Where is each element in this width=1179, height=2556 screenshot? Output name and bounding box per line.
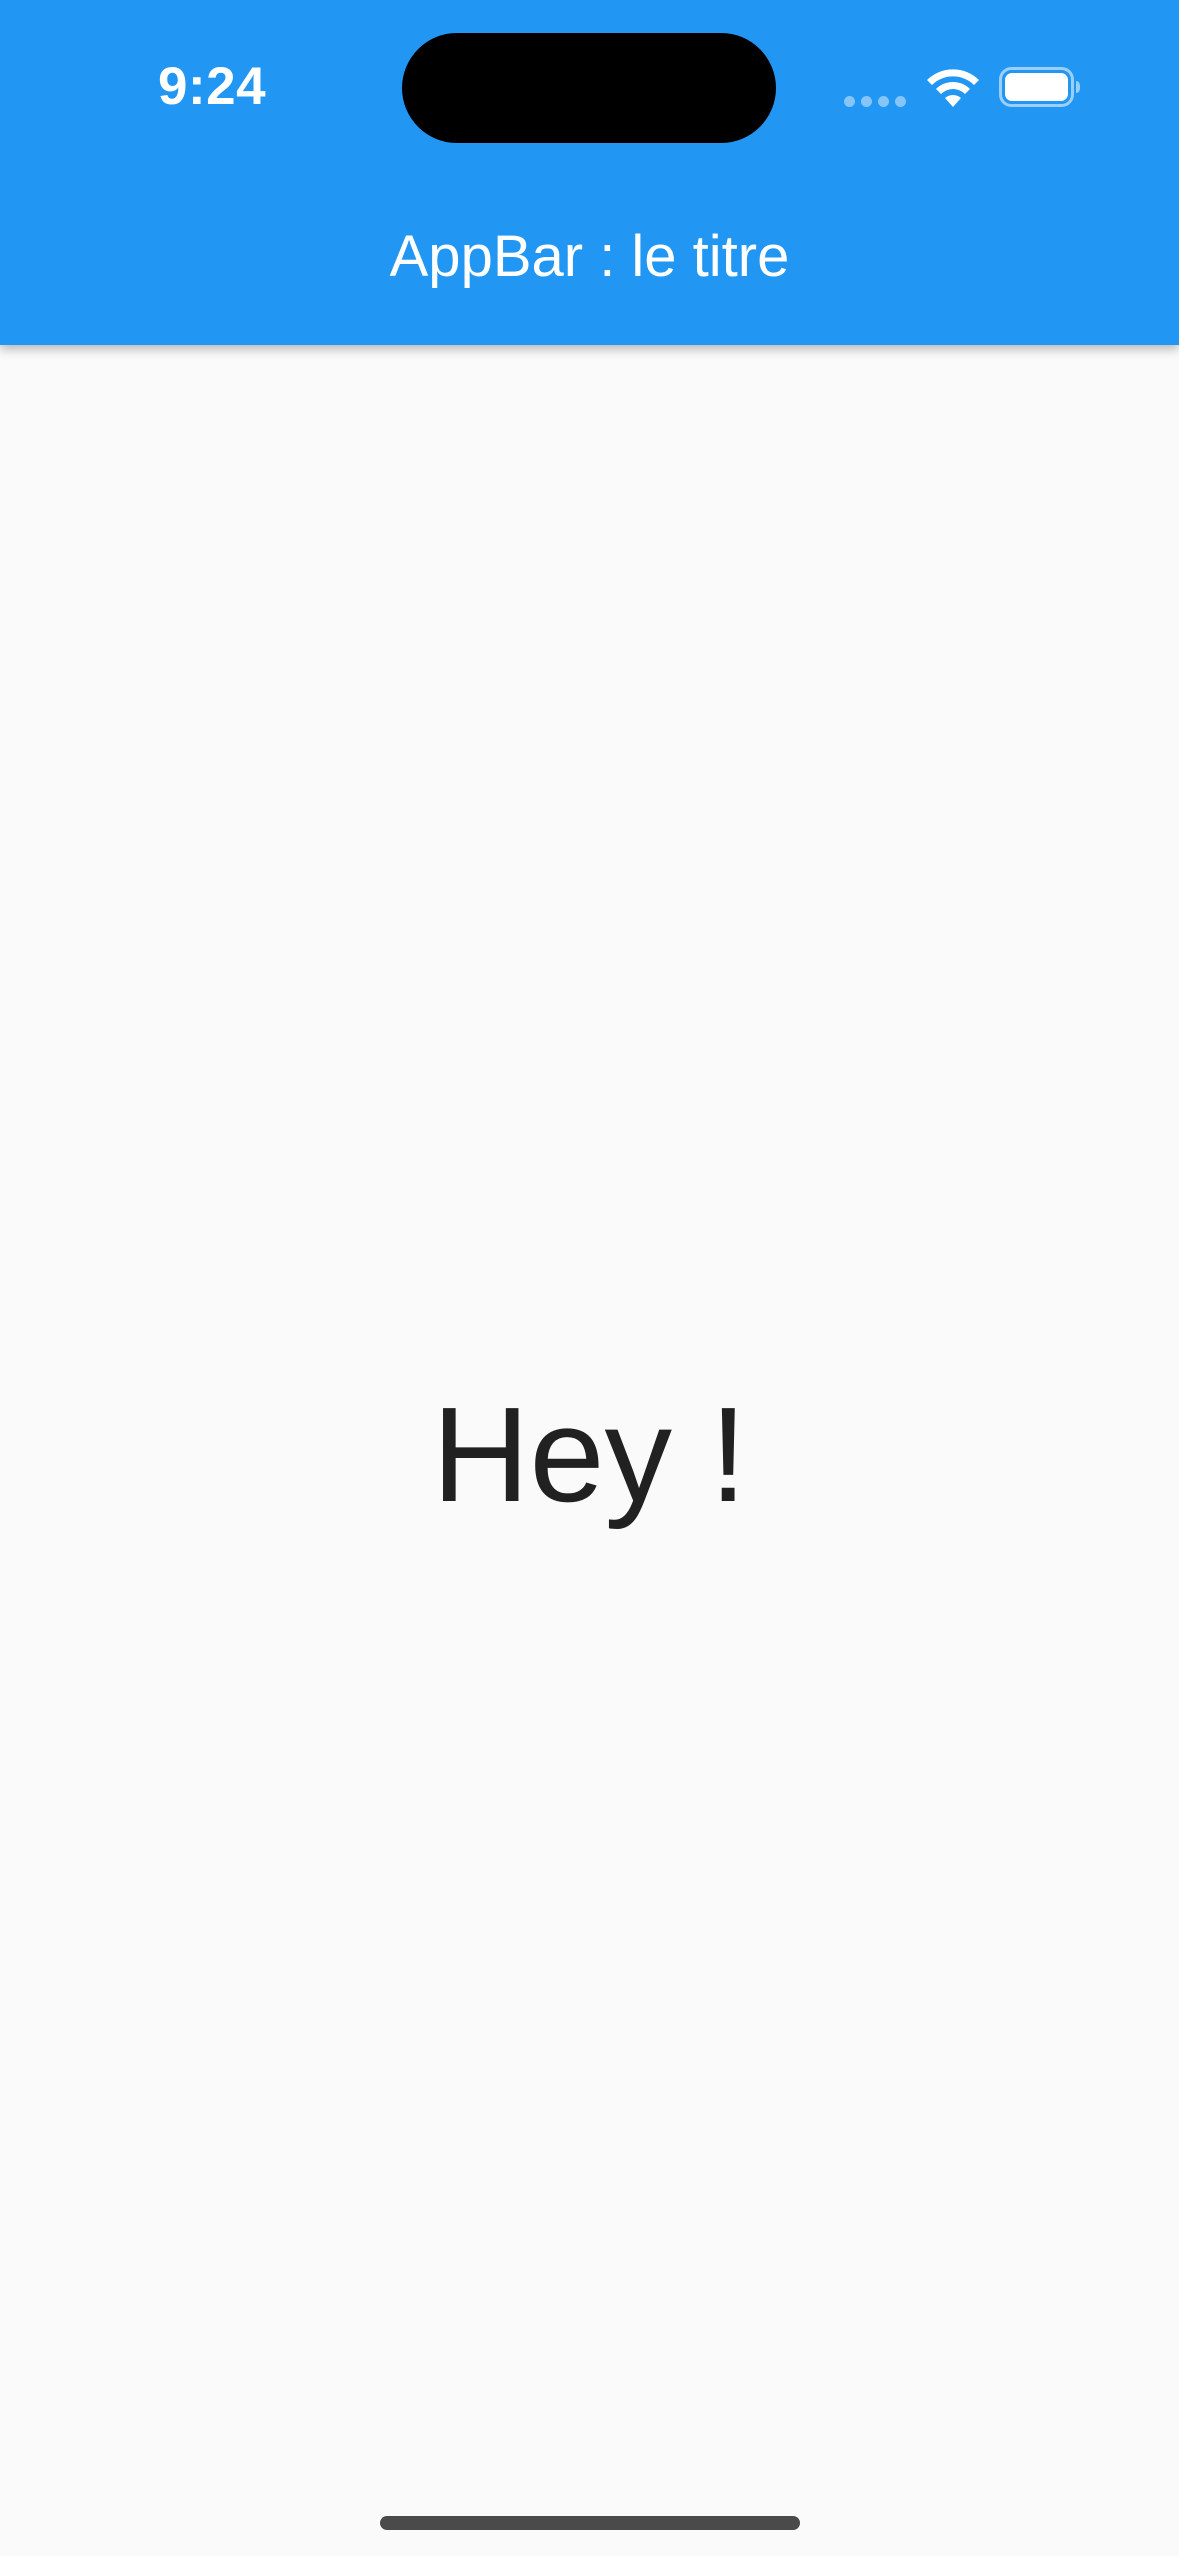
wifi-icon [927, 69, 979, 107]
app-screen: 9:24 AppBar : le titre Hey ! [0, 0, 1179, 2556]
app-bar: 9:24 AppBar : le titre [0, 0, 1179, 345]
battery-icon [999, 67, 1080, 107]
home-indicator[interactable] [380, 2516, 800, 2530]
status-bar-time: 9:24 [158, 57, 267, 116]
dynamic-island [402, 33, 776, 143]
cellular-signal-icon [844, 96, 906, 107]
app-bar-title: AppBar : le titre [389, 224, 790, 289]
center-text: Hey ! [431, 1379, 748, 1530]
